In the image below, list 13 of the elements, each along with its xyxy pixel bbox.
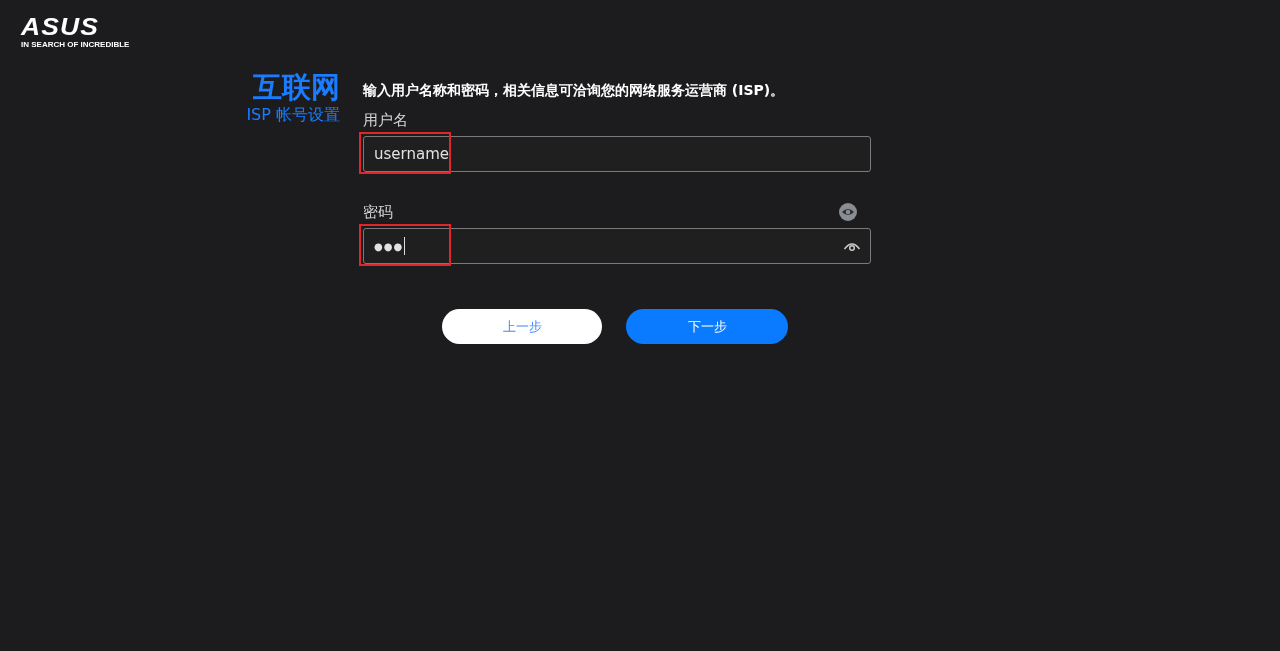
field-value: ●●● [374,240,404,252]
page-title: 互联网 [253,70,340,104]
instruction-text: 输入用户名称和密码，相关信息可洽询您的网络服务运营商 (ISP)。 [363,81,786,100]
field-label: 密码 [363,202,393,222]
logo-wordmark: ASUS [21,16,100,38]
field-label: 用户名 [363,110,408,130]
back-button[interactable]: 上一步 [442,309,602,344]
next-button[interactable]: 下一步 [626,309,788,344]
eye-icon[interactable] [839,203,857,221]
logo-tagline: IN SEARCH OF INCREDIBLE [21,40,130,49]
eye-icon[interactable] [843,240,861,252]
page-subtitle: ISP 帐号设置 [246,104,340,126]
field-value: username [374,145,449,163]
